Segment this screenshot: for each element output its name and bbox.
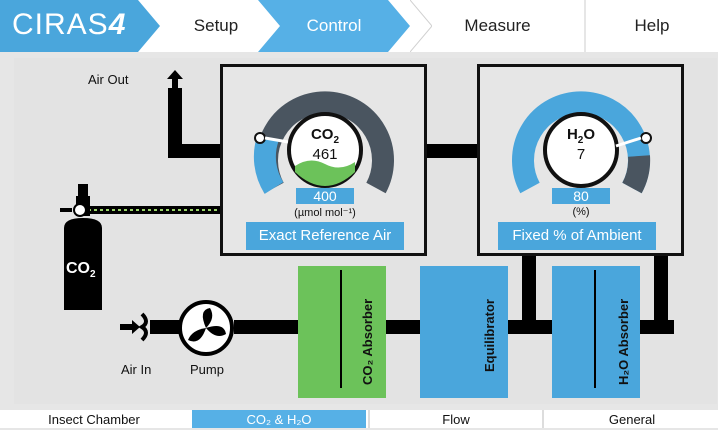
tab-flow[interactable]: Flow bbox=[368, 410, 542, 428]
co2-absorber-label: CO₂ Absorber bbox=[360, 298, 375, 385]
co2-unit: (µmol mol⁻¹) bbox=[294, 207, 356, 219]
equilibrator-label: Equilibrator bbox=[482, 299, 497, 372]
pump-label: Pump bbox=[190, 362, 224, 377]
co2-absorber-divider bbox=[340, 270, 342, 388]
bottom-tabs: Insect Chamber CO₂ & H₂O Flow General bbox=[0, 410, 718, 428]
h2o-absorber-divider bbox=[594, 270, 596, 388]
h2o-current-value: 7 bbox=[576, 146, 586, 163]
h2o-setpoint[interactable]: 80 bbox=[552, 188, 610, 204]
h2o-return-pipe-right bbox=[654, 250, 668, 330]
air-out-label: Air Out bbox=[88, 72, 129, 87]
top-navigation: CIRAS4 Setup Control Measure Help bbox=[0, 0, 718, 52]
co2-cylinder-icon[interactable] bbox=[56, 182, 116, 316]
h2o-mode-button[interactable]: Fixed % of Ambient bbox=[498, 222, 656, 250]
tab-general[interactable]: General bbox=[542, 410, 718, 428]
h2o-return-pipe-left bbox=[522, 250, 536, 330]
ciras-logo: CIRAS4 bbox=[0, 0, 160, 52]
tab-insect-chamber[interactable]: Insect Chamber bbox=[0, 410, 188, 428]
co2-mode-button[interactable]: Exact Reference Air bbox=[246, 222, 404, 250]
tab-help[interactable]: Help bbox=[586, 0, 718, 52]
logo-number: 4 bbox=[108, 8, 127, 41]
air-out-pipe-horizontal bbox=[168, 144, 222, 158]
cylinder-label: CO2 bbox=[66, 260, 96, 281]
arrow-up-icon bbox=[167, 70, 183, 90]
h2o-absorber-label: H₂O Absorber bbox=[616, 298, 631, 385]
pump-icon[interactable] bbox=[176, 300, 238, 360]
tab-setup[interactable]: Setup bbox=[160, 0, 272, 52]
tab-measure[interactable]: Measure bbox=[420, 0, 575, 52]
tab-control[interactable]: Control bbox=[258, 0, 410, 52]
co2-setpoint[interactable]: 400 bbox=[296, 188, 354, 204]
co2-gauge-title: CO2 bbox=[310, 126, 340, 146]
co2-current-value: 461 bbox=[312, 146, 338, 163]
chamber-link-pipe bbox=[425, 144, 479, 158]
tab-co2-h2o[interactable]: CO₂ & H₂O bbox=[192, 410, 366, 428]
h2o-gauge-title: H2O bbox=[566, 126, 596, 146]
air-in-label: Air In bbox=[121, 362, 152, 377]
logo-text: CIRAS bbox=[12, 8, 109, 41]
h2o-unit: (%) bbox=[572, 206, 590, 218]
air-in-arrows-icon bbox=[120, 312, 148, 342]
